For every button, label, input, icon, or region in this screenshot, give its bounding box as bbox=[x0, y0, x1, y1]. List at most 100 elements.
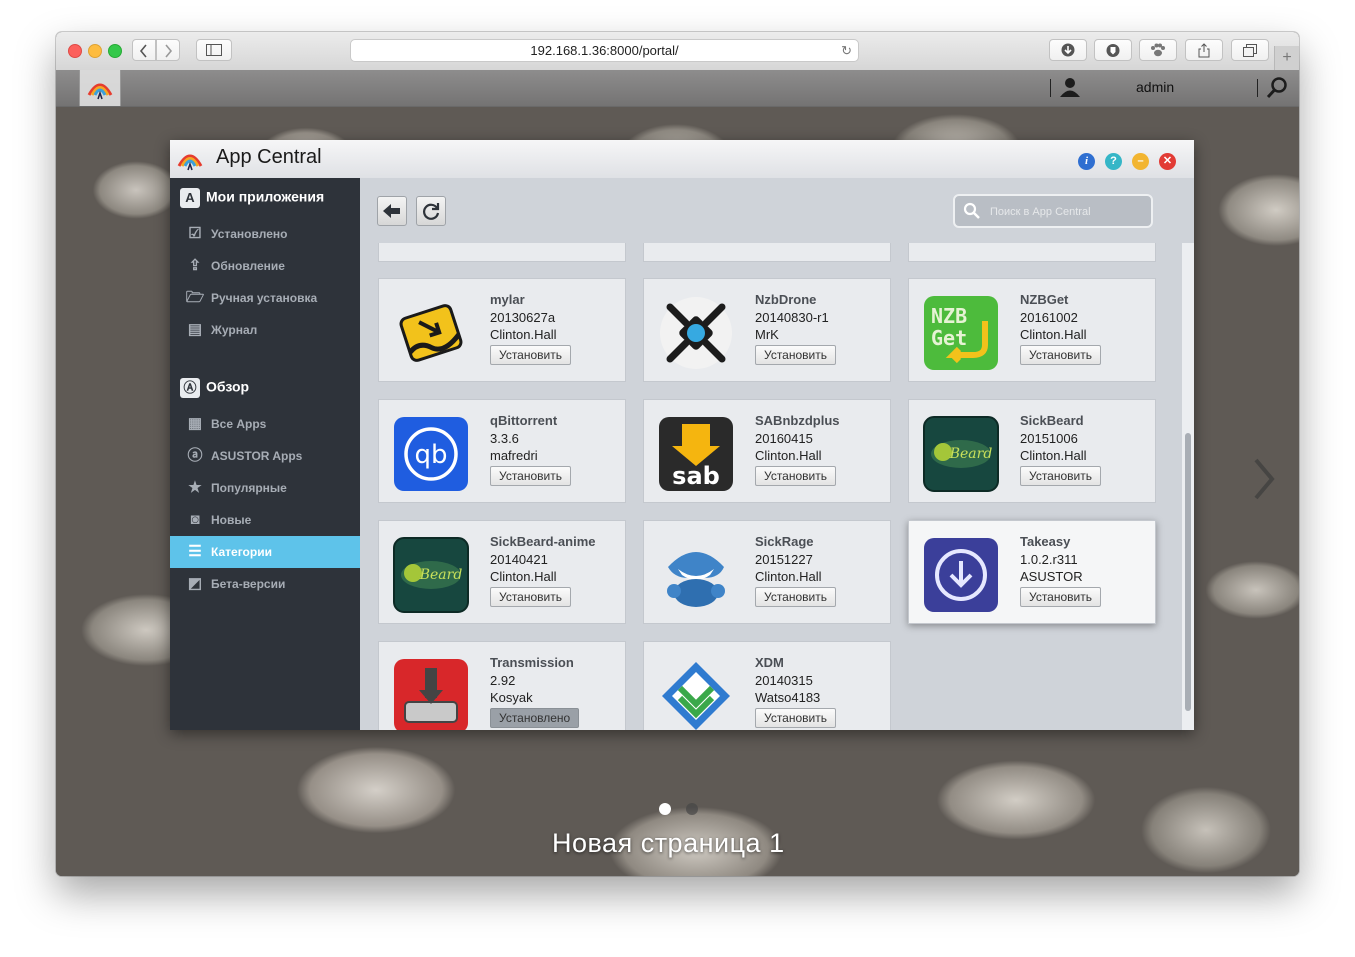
minimize-app-button[interactable]: – bbox=[1132, 153, 1149, 170]
app-card[interactable] bbox=[908, 243, 1156, 262]
app-card-mylar[interactable]: mylar 20130627a Clinton.Hall Установить bbox=[378, 278, 626, 382]
sidebar-item-update[interactable]: ⇪ Обновление bbox=[170, 250, 360, 282]
sidebar-item-label: Категории bbox=[211, 545, 272, 559]
reload-icon[interactable]: ↻ bbox=[841, 40, 852, 61]
app-card-takeasy[interactable]: Takeasy 1.0.2.r311 ASUSTOR Установить bbox=[908, 520, 1156, 624]
adm-desktop: admin App Central i ? – ✕ A Мои приложен… bbox=[56, 70, 1299, 876]
install-button[interactable]: Установить bbox=[1020, 587, 1101, 607]
sidebar-item-label: Обновление bbox=[211, 259, 285, 273]
app-card[interactable] bbox=[643, 243, 891, 262]
app-name: mylar bbox=[490, 292, 525, 307]
search-icon[interactable] bbox=[1266, 76, 1288, 100]
app-card-nzbdrone[interactable]: NzbDrone 20140830-r1 MrK Установить bbox=[643, 278, 891, 382]
forward-button[interactable] bbox=[156, 39, 180, 61]
download-icon bbox=[1061, 43, 1075, 57]
beta-icon: ◩ bbox=[187, 575, 203, 592]
sidebar-item-log[interactable]: ▤ Журнал bbox=[170, 314, 360, 346]
app-central-titlebar[interactable]: App Central i ? – ✕ bbox=[170, 140, 1194, 179]
browse-icon: Ⓐ bbox=[180, 378, 200, 398]
app-card[interactable] bbox=[378, 243, 626, 262]
app-version: 20140315 bbox=[755, 673, 813, 688]
asustor-icon: ⓐ bbox=[187, 447, 203, 464]
sidebar-item-asustor-apps[interactable]: ⓐ ASUSTOR Apps bbox=[170, 440, 360, 472]
app-central-content: mylar 20130627a Clinton.Hall Установить bbox=[360, 178, 1194, 730]
sidebar-item-label: Установлено bbox=[211, 227, 288, 241]
sidebar-toggle-button[interactable] bbox=[196, 39, 232, 61]
app-author: ASUSTOR bbox=[1020, 569, 1083, 584]
new-tab-button[interactable]: + bbox=[1274, 46, 1299, 70]
app-version: 1.0.2.r311 bbox=[1020, 552, 1078, 567]
sidebar-item-label: Новые bbox=[211, 513, 252, 527]
help-button[interactable]: ? bbox=[1105, 153, 1122, 170]
install-button[interactable]: Установить bbox=[755, 345, 836, 365]
sidebar-icon bbox=[206, 44, 222, 56]
refresh-button[interactable] bbox=[416, 196, 446, 226]
sidebar-item-installed[interactable]: ☑ Установлено bbox=[170, 218, 360, 250]
install-button[interactable]: Установить bbox=[490, 466, 571, 486]
installed-button[interactable]: Установлено bbox=[490, 708, 580, 728]
search-input[interactable] bbox=[988, 202, 1147, 222]
sidebar-item-label: Популярные bbox=[211, 481, 287, 495]
username-label[interactable]: admin bbox=[1136, 79, 1174, 95]
adm-home-button[interactable] bbox=[79, 70, 121, 106]
app-version: 20140830-r1 bbox=[755, 310, 829, 325]
close-window-button[interactable] bbox=[68, 44, 82, 58]
app-author: mafredri bbox=[490, 448, 538, 463]
app-name: SickBeard-anime bbox=[490, 534, 596, 549]
app-card-sickbeard[interactable]: Beard SickBeard 20151006 Clinton.Hall Ус… bbox=[908, 399, 1156, 503]
folder-open-icon: 🗁 bbox=[185, 289, 205, 306]
install-button[interactable]: Установить bbox=[755, 708, 836, 728]
page-indicator-dot[interactable] bbox=[686, 803, 698, 815]
extension-button[interactable] bbox=[1094, 39, 1132, 61]
page-indicator-dot-active[interactable] bbox=[659, 803, 671, 815]
share-button[interactable] bbox=[1185, 39, 1223, 61]
sidebar-item-beta[interactable]: ◩ Бета-версии bbox=[170, 568, 360, 600]
tabs-overview-button[interactable] bbox=[1231, 39, 1269, 61]
install-button[interactable]: Установить bbox=[490, 587, 571, 607]
install-button[interactable]: Установить bbox=[490, 345, 571, 365]
paw-extension-button[interactable] bbox=[1139, 39, 1177, 61]
app-card-sickbeard-anime[interactable]: Beard SickBeard-anime 20140421 Clinton.H… bbox=[378, 520, 626, 624]
close-app-button[interactable]: ✕ bbox=[1159, 153, 1176, 170]
sidebar-item-categories[interactable]: ☰ Категории bbox=[170, 536, 360, 568]
next-page-arrow-icon[interactable] bbox=[1248, 454, 1278, 504]
app-central-logo-icon bbox=[177, 154, 203, 171]
app-card-xdm[interactable]: XDM 20140315 Watso4183 Установить bbox=[643, 641, 891, 730]
sickrage-icon bbox=[667, 552, 725, 607]
back-button[interactable] bbox=[377, 196, 407, 226]
app-name: qBittorrent bbox=[490, 413, 558, 428]
zoom-window-button[interactable] bbox=[108, 44, 122, 58]
user-icon[interactable] bbox=[1059, 76, 1081, 98]
scroll-thumb[interactable] bbox=[1185, 433, 1191, 711]
app-author: Clinton.Hall bbox=[490, 327, 557, 342]
sidebar-item-manual-install[interactable]: 🗁 Ручная установка bbox=[170, 282, 360, 314]
scrollbar[interactable] bbox=[1182, 243, 1194, 730]
app-card-sabnzbdplus[interactable]: sab SABnbzdplus 20160415 Clinton.Hall Ус… bbox=[643, 399, 891, 503]
new-icon: ◙ bbox=[190, 511, 200, 528]
info-button[interactable]: i bbox=[1078, 153, 1095, 170]
app-version: 20130627a bbox=[490, 310, 556, 325]
app-card-nzbget[interactable]: NZB Get NZBGet 20161002 Clinton.Hall Уст… bbox=[908, 278, 1156, 382]
app-card-sickrage[interactable]: SickRage 20151227 Clinton.Hall Установит… bbox=[643, 520, 891, 624]
sidebar-item-label: ASUSTOR Apps bbox=[211, 449, 303, 463]
sidebar-item-all-apps[interactable]: ▦ Все Apps bbox=[170, 408, 360, 440]
install-button[interactable]: Установить bbox=[755, 587, 836, 607]
sidebar-item-label: Ручная установка bbox=[211, 291, 318, 305]
app-card-transmission[interactable]: Transmission 2.92 Kosyak Установлено bbox=[378, 641, 626, 730]
downloads-button[interactable] bbox=[1049, 39, 1087, 61]
sidebar-item-new[interactable]: ◙ Новые bbox=[170, 504, 360, 536]
address-bar[interactable]: 192.168.1.36:8000/portal/ ↻ bbox=[350, 39, 859, 62]
app-search-box[interactable] bbox=[953, 194, 1153, 228]
install-button[interactable]: Установить bbox=[1020, 345, 1101, 365]
back-button[interactable] bbox=[132, 39, 156, 61]
chevron-right-icon bbox=[165, 44, 173, 58]
installed-icon: ☑ bbox=[188, 225, 202, 242]
sidebar-item-popular[interactable]: ★ Популярные bbox=[170, 472, 360, 504]
minimize-window-button[interactable] bbox=[88, 44, 102, 58]
paw-icon bbox=[1151, 43, 1165, 57]
takeasy-icon bbox=[924, 538, 998, 612]
install-button[interactable]: Установить bbox=[1020, 466, 1101, 486]
log-icon: ▤ bbox=[187, 321, 203, 338]
app-card-qbittorrent[interactable]: qb qBittorrent 3.3.6 mafredri Установить bbox=[378, 399, 626, 503]
install-button[interactable]: Установить bbox=[755, 466, 836, 486]
